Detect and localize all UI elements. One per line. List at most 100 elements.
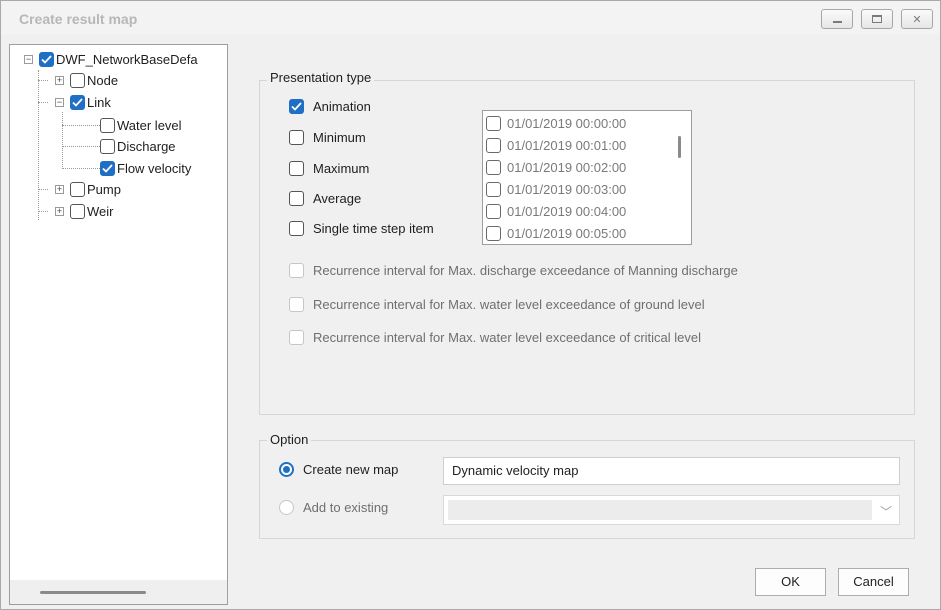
expand-icon[interactable]: + bbox=[55, 207, 64, 216]
cancel-button[interactable]: Cancel bbox=[838, 568, 909, 596]
option-label: Minimum bbox=[313, 130, 366, 145]
expand-icon[interactable]: + bbox=[55, 76, 64, 85]
checkbox-icon[interactable] bbox=[289, 297, 304, 312]
checkbox-icon[interactable] bbox=[100, 117, 115, 133]
create-new-map-radio[interactable]: Create new map bbox=[279, 462, 398, 477]
result-item-tree[interactable]: − DWF_NetworkBaseDefa + Node − Link Wate… bbox=[9, 44, 228, 605]
ok-button[interactable]: OK bbox=[755, 568, 826, 596]
tree-connector bbox=[62, 168, 100, 169]
collapse-icon[interactable]: − bbox=[24, 55, 33, 64]
animation-option[interactable]: Animation bbox=[289, 99, 371, 114]
checkbox-icon[interactable] bbox=[486, 115, 501, 131]
create-result-map-dialog: Create result map ✕ − DWF_NetworkBaseDef… bbox=[0, 0, 941, 610]
list-item[interactable]: 01/01/2019 00:00:00 bbox=[486, 112, 626, 134]
option-label: Average bbox=[313, 191, 362, 206]
option-label: Add to existing bbox=[303, 500, 389, 515]
checkbox-icon[interactable] bbox=[289, 263, 304, 278]
tree-connector bbox=[38, 211, 48, 212]
checkbox-icon[interactable] bbox=[289, 130, 304, 145]
checkbox-icon[interactable] bbox=[486, 159, 501, 175]
checkbox-icon[interactable] bbox=[100, 138, 115, 154]
maximize-button[interactable] bbox=[861, 9, 893, 29]
checkbox-icon[interactable] bbox=[70, 181, 85, 197]
checkbox-checked-icon[interactable] bbox=[289, 99, 304, 114]
tree-item-label: Link bbox=[87, 94, 111, 110]
minimize-button[interactable] bbox=[821, 9, 853, 29]
average-option[interactable]: Average bbox=[289, 191, 361, 206]
recurrence-critical-level-option[interactable]: Recurrence interval for Max. water level… bbox=[289, 330, 701, 345]
tree-item-water-level[interactable]: Water level bbox=[100, 115, 182, 135]
add-to-existing-radio[interactable]: Add to existing bbox=[279, 500, 388, 515]
close-button[interactable]: ✕ bbox=[901, 9, 933, 29]
title-bar[interactable]: Create result map ✕ bbox=[1, 1, 940, 35]
tree-connector bbox=[62, 112, 63, 169]
checkbox-icon[interactable] bbox=[70, 72, 85, 88]
checkbox-icon[interactable] bbox=[289, 330, 304, 345]
recurrence-ground-level-option[interactable]: Recurrence interval for Max. water level… bbox=[289, 297, 705, 312]
tree-item-label: Pump bbox=[87, 181, 121, 197]
checkbox-icon[interactable] bbox=[486, 181, 501, 197]
tree-item-label: DWF_NetworkBaseDefa bbox=[56, 51, 198, 67]
single-time-step-option[interactable]: Single time step item bbox=[289, 221, 434, 236]
maximize-icon bbox=[872, 15, 882, 23]
option-label: Single time step item bbox=[313, 221, 434, 236]
scrollbar-thumb[interactable] bbox=[40, 591, 146, 594]
minimize-icon bbox=[833, 21, 842, 23]
collapse-icon[interactable]: − bbox=[55, 98, 64, 107]
checkbox-checked-icon[interactable] bbox=[100, 160, 115, 176]
existing-map-dropdown[interactable]: ﹀ bbox=[443, 495, 900, 525]
time-step-label: 01/01/2019 00:02:00 bbox=[507, 159, 627, 175]
expand-icon[interactable]: + bbox=[55, 185, 64, 194]
chevron-down-icon[interactable]: ﹀ bbox=[880, 503, 892, 520]
time-step-label: 01/01/2019 00:05:00 bbox=[507, 225, 627, 241]
option-label: Maximum bbox=[313, 161, 370, 176]
tree-item-pump[interactable]: Pump bbox=[70, 179, 121, 199]
dropdown-value bbox=[448, 500, 872, 520]
tree-item-label: Water level bbox=[117, 117, 182, 133]
list-item[interactable]: 01/01/2019 00:03:00 bbox=[486, 178, 626, 200]
radio-icon[interactable] bbox=[279, 500, 294, 515]
maximum-option[interactable]: Maximum bbox=[289, 161, 369, 176]
list-item[interactable]: 01/01/2019 00:01:00 bbox=[486, 134, 626, 156]
checkbox-checked-icon[interactable] bbox=[39, 51, 54, 67]
checkbox-icon[interactable] bbox=[289, 161, 304, 176]
minimum-option[interactable]: Minimum bbox=[289, 130, 366, 145]
checkbox-icon[interactable] bbox=[486, 203, 501, 219]
time-step-list[interactable]: 01/01/2019 00:00:00 01/01/2019 00:01:00 … bbox=[482, 110, 692, 245]
tree-item-label: Flow velocity bbox=[117, 160, 192, 176]
checkbox-icon[interactable] bbox=[486, 137, 501, 153]
tree-item-link[interactable]: Link bbox=[70, 92, 111, 112]
tree-connector bbox=[38, 102, 48, 103]
checkbox-checked-icon[interactable] bbox=[70, 94, 85, 110]
tree-item-label: Discharge bbox=[117, 138, 176, 154]
list-item[interactable]: 01/01/2019 00:05:00 bbox=[486, 222, 626, 244]
tree-connector bbox=[38, 70, 39, 220]
list-item[interactable]: 01/01/2019 00:04:00 bbox=[486, 200, 626, 222]
tree-connector bbox=[38, 80, 48, 81]
option-label: Recurrence interval for Max. discharge e… bbox=[313, 263, 738, 278]
presentation-type-title: Presentation type bbox=[267, 70, 375, 85]
horizontal-scrollbar[interactable] bbox=[10, 580, 227, 604]
option-label: Recurrence interval for Max. water level… bbox=[313, 330, 702, 345]
option-label: Animation bbox=[313, 99, 371, 114]
radio-selected-icon[interactable] bbox=[279, 462, 294, 477]
tree-item-weir[interactable]: Weir bbox=[70, 201, 113, 221]
scrollbar-thumb[interactable] bbox=[678, 136, 681, 158]
checkbox-icon[interactable] bbox=[289, 191, 304, 206]
tree-item-discharge[interactable]: Discharge bbox=[100, 136, 176, 156]
list-item[interactable]: 01/01/2019 00:02:00 bbox=[486, 156, 626, 178]
checkbox-icon[interactable] bbox=[70, 203, 85, 219]
recurrence-manning-option[interactable]: Recurrence interval for Max. discharge e… bbox=[289, 263, 738, 278]
tree-item-node[interactable]: Node bbox=[70, 70, 118, 90]
new-map-name-input[interactable]: Dynamic velocity map bbox=[443, 457, 900, 485]
checkbox-icon[interactable] bbox=[486, 225, 501, 241]
window-title: Create result map bbox=[19, 11, 138, 27]
tree-connector bbox=[62, 125, 100, 126]
time-step-label: 01/01/2019 00:00:00 bbox=[507, 115, 627, 131]
checkbox-icon[interactable] bbox=[289, 221, 304, 236]
time-step-label: 01/01/2019 00:01:00 bbox=[507, 137, 627, 153]
tree-connector bbox=[38, 189, 48, 190]
option-label: Create new map bbox=[303, 462, 399, 477]
tree-item-root[interactable]: DWF_NetworkBaseDefa bbox=[39, 49, 198, 69]
tree-item-flow-velocity[interactable]: Flow velocity bbox=[100, 158, 191, 178]
